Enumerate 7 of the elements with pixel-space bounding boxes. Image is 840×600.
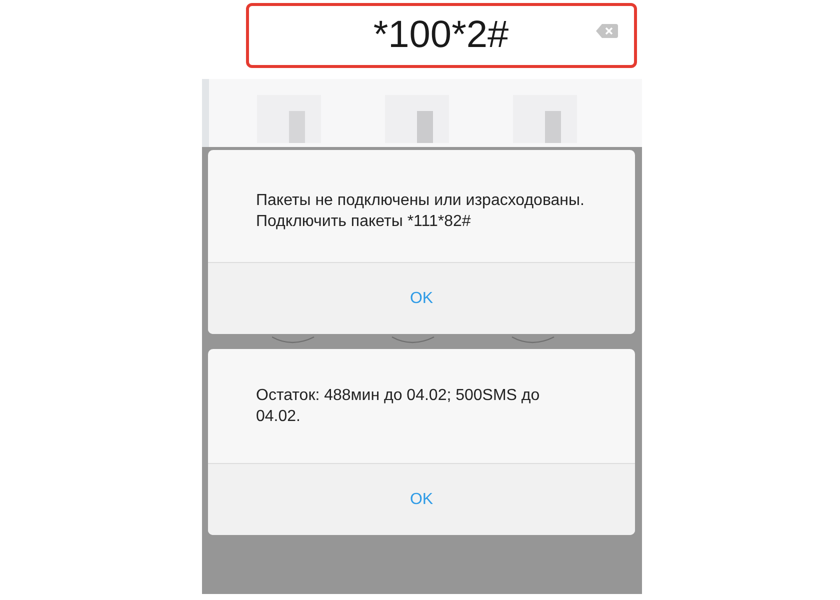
dialed-code: *100*2#	[373, 14, 509, 57]
dialog-message: Остаток: 488мин до 04.02; 500SMS до 04.02.	[256, 386, 541, 427]
dialog-message: Пакеты не подключены или израсходованы. Подключить пакеты *111*82#	[256, 191, 586, 232]
backspace-icon[interactable]	[596, 24, 618, 38]
dial-field[interactable]: *100*2#	[246, 3, 636, 68]
ok-button[interactable]: OK	[208, 463, 635, 535]
ok-button[interactable]: OK	[208, 262, 635, 334]
